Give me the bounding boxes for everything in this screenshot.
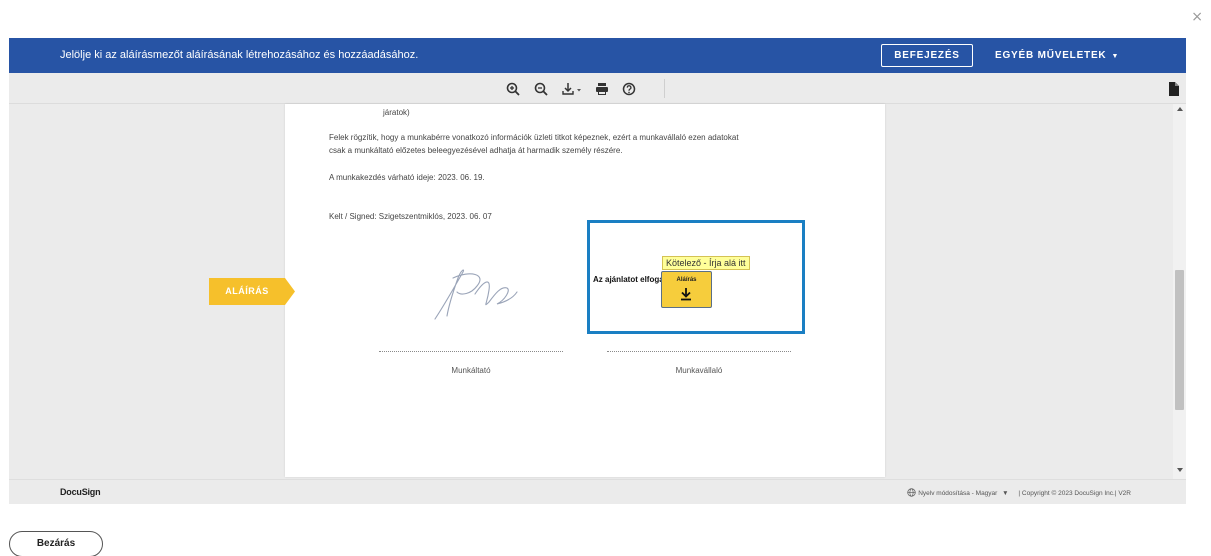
docusign-logo: DocuSign: [60, 487, 101, 497]
signature-field-label: Aláírás: [676, 277, 697, 283]
footer-bar: DocuSign Nyelv módosítása - Magyar ▼ | C…: [9, 479, 1186, 504]
document-page: járatok) Felek rögzítik, hogy a munkabér…: [285, 104, 885, 477]
footer-right: Nyelv módosítása - Magyar ▼ | Copyright …: [907, 488, 1131, 497]
copyright-text: | Copyright © 2023 DocuSign Inc.| V2R: [1018, 490, 1131, 497]
signature-flag-tab[interactable]: ALÁÍRÁS: [209, 278, 295, 305]
language-label: Nyelv módosítása - Magyar: [918, 490, 998, 497]
signing-frame: Jelölje ki az aláírásmezőt aláírásának l…: [9, 38, 1186, 504]
required-tooltip: Kötelező - Írja alá itt: [662, 256, 750, 270]
close-button[interactable]: Bezárás: [9, 531, 103, 556]
globe-icon: [907, 488, 916, 497]
chevron-down-icon: ▼: [1111, 53, 1120, 60]
other-actions-menu[interactable]: EGYÉB MŰVELETEK ▼: [995, 44, 1119, 67]
doc-text-paragraph-line-2: csak a munkáltató előzetes beleegyezésév…: [329, 146, 623, 155]
doc-text-paragraph-line-1: Felek rögzítik, hogy a munkabérre vonatk…: [329, 133, 739, 142]
signature-flag-label: ALÁÍRÁS: [225, 286, 269, 296]
employer-signature-image: [434, 269, 518, 320]
employer-caption: Munkáltató: [451, 366, 491, 375]
download-arrow-icon: [681, 288, 691, 301]
signature-field[interactable]: Aláírás: [661, 271, 712, 308]
doc-text-signed: Kelt / Signed: Szigetszentmiklós, 2023. …: [329, 212, 492, 221]
signature-area-highlight: Az ajánlatot elfogadom: Kötelező - Írja …: [587, 220, 805, 334]
toolbar-divider: [664, 79, 665, 98]
finish-button[interactable]: BEFEJEZÉS: [881, 44, 973, 67]
doc-text-start-date: A munkakezdés várható ideje: 2023. 06. 1…: [329, 173, 485, 182]
employee-caption: Munkavállaló: [675, 366, 723, 375]
help-icon[interactable]: [621, 81, 637, 97]
other-actions-label: EGYÉB MŰVELETEK: [995, 50, 1107, 61]
instruction-message: Jelölje ki az aláírásmezőt aláírásának l…: [60, 49, 419, 61]
employee-signature-line: [607, 351, 791, 352]
doc-text-routes: járatok): [383, 108, 410, 117]
document-toolbar: [9, 73, 1186, 104]
download-icon[interactable]: [561, 81, 583, 97]
close-icon[interactable]: ×: [1191, 10, 1203, 24]
employer-signature-line: [379, 351, 563, 352]
zoom-out-icon[interactable]: [533, 81, 549, 97]
scrollbar-thumb[interactable]: [1175, 270, 1184, 410]
document-icon[interactable]: [1166, 81, 1182, 97]
scroll-down-icon[interactable]: [1177, 468, 1183, 472]
chevron-down-icon: ▼: [1002, 490, 1009, 497]
scroll-up-icon[interactable]: [1177, 107, 1183, 111]
docusign-signing-window: × Jelölje ki az aláírásmezőt aláírásának…: [0, 0, 1211, 556]
language-selector[interactable]: Nyelv módosítása - Magyar ▼: [907, 488, 1010, 497]
print-icon[interactable]: [594, 81, 610, 97]
action-bar: Jelölje ki az aláírásmezőt aláírásának l…: [9, 38, 1186, 73]
zoom-in-icon[interactable]: [505, 81, 521, 97]
